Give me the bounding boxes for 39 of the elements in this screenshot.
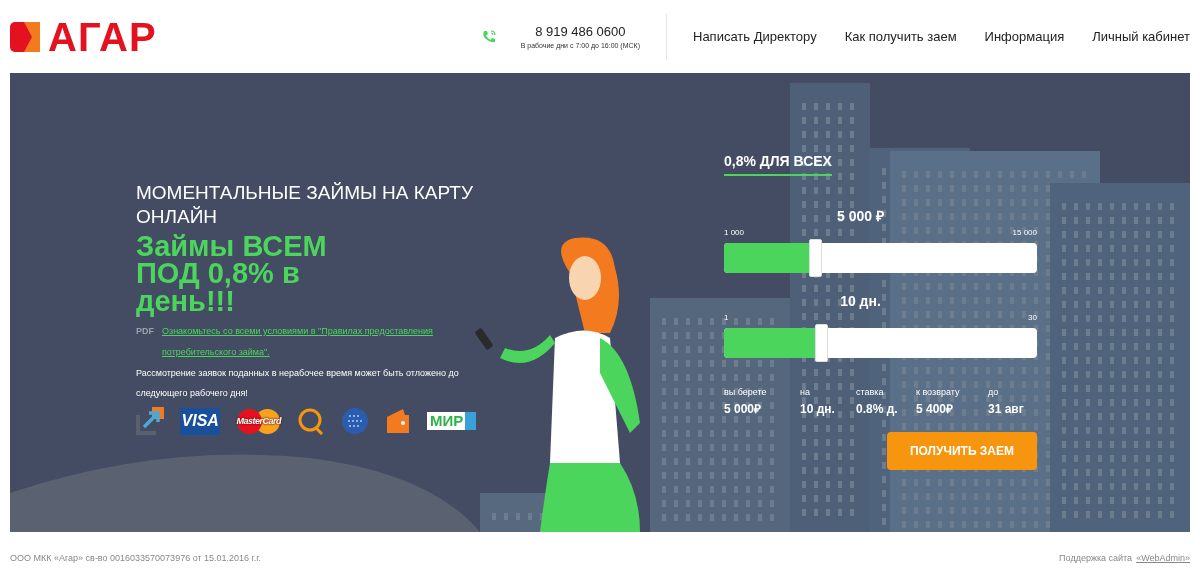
summary-value: 5 000₽ xyxy=(724,400,763,418)
slider-min-label: 1 xyxy=(724,312,729,324)
terms-link[interactable]: Ознакомьтесь со всеми условиями в "Правилах предоставления потребительского займа". xyxy=(162,321,476,363)
notice-text: Рассмотрение заявок поданных в нерабочее время может быть отложено до следующего рабочего дня! xyxy=(136,366,460,401)
summary-value: 5 400₽ xyxy=(916,400,955,418)
external-arrow-icon xyxy=(136,407,164,435)
globe-icon xyxy=(340,407,369,435)
hero-subtitle: МОМЕНТАЛЬНЫЕ ЗАЙМЫ НА КАРТУ ОНЛАЙН xyxy=(136,181,474,229)
pdf-label: PDF xyxy=(136,325,154,339)
summary-label: вы берете xyxy=(724,386,768,399)
support-link[interactable]: «WebAdmin» xyxy=(1136,551,1190,566)
nav-link[interactable]: Как получить заем xyxy=(844,26,957,47)
slider-thumb[interactable] xyxy=(815,324,828,362)
wallet-icon xyxy=(384,407,411,435)
summary-label: ставка xyxy=(856,386,885,399)
summary-label: к возврату xyxy=(916,386,961,399)
mir-logo: МИР xyxy=(426,412,476,431)
summary-value: 10 дн. xyxy=(800,400,836,418)
summary-value: 31 авг xyxy=(988,400,1025,418)
support-label: Поддержка сайта xyxy=(1059,551,1133,565)
phone-number[interactable]: 8 919 486 0600 xyxy=(520,21,640,41)
slider-max-label: 30 xyxy=(1028,312,1037,324)
slider-value: 5 000 ₽ xyxy=(837,207,884,226)
hero-headline: Займы ВСЕМ ПОД 0,8% в день!!! xyxy=(136,232,328,316)
summary-label: на xyxy=(800,386,811,399)
slider-max-label: 15 000 xyxy=(1012,227,1037,239)
slider-value: 10 дн. xyxy=(840,292,881,311)
calculator-title: 0,8% ДЛЯ ВСЕХ xyxy=(724,151,832,176)
nav-link[interactable]: Информация xyxy=(984,26,1065,47)
nav-link[interactable]: Написать Директору xyxy=(693,26,817,47)
phone-icon xyxy=(480,28,497,45)
company-info: ООО МКК «Агар» св-во 0016033570073976 от 15.01.2016 г.г. xyxy=(10,551,261,565)
visa-logo: VISA xyxy=(180,407,221,435)
logo-text: АГАР xyxy=(48,16,157,57)
slider-min-label: 1 000 xyxy=(724,227,745,239)
summary-value: 0.8% д. xyxy=(856,400,899,418)
q-logo-icon xyxy=(296,407,325,435)
summary-label: до xyxy=(988,386,1000,399)
nav-link[interactable]: Личный кабинет xyxy=(1092,26,1190,47)
